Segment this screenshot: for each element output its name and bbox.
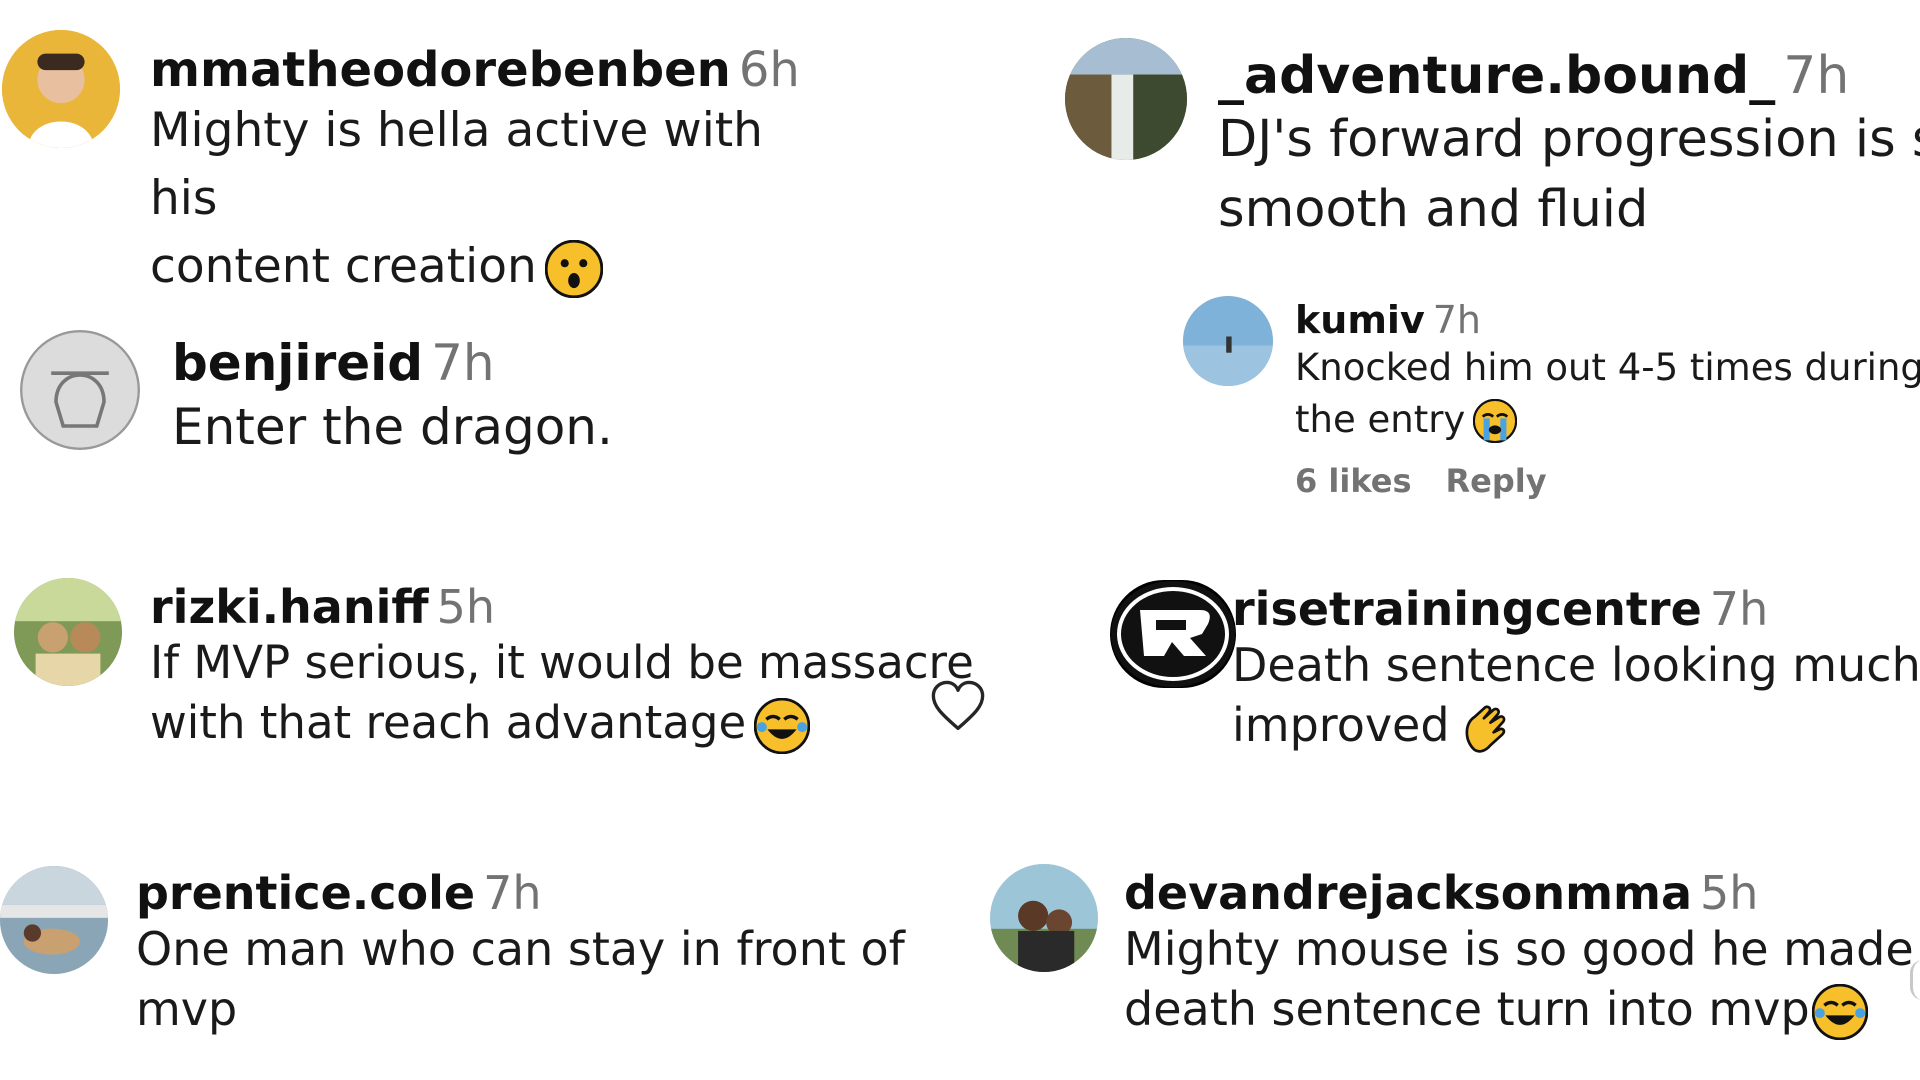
- avatar[interactable]: [990, 864, 1098, 972]
- comment-text-line: Death sentence looking much: [1232, 637, 1920, 692]
- comment-time: 7h: [483, 866, 542, 920]
- like-count[interactable]: 6 likes: [1295, 462, 1412, 500]
- comment-text-line: Mighty mouse is so good he made: [1124, 921, 1914, 976]
- comment-text-line: smooth and fluid: [1218, 180, 1649, 240]
- comment-username[interactable]: prentice.cole: [136, 866, 475, 920]
- comment-username[interactable]: rizki.haniff: [150, 580, 429, 634]
- avatar[interactable]: [1110, 580, 1236, 688]
- comment-text-line: Knocked him out 4-5 times during: [1295, 345, 1920, 389]
- comment-username[interactable]: mmatheodorebenben: [150, 42, 731, 98]
- comment-text-line: death sentence turn into mvp: [1124, 981, 1810, 1036]
- comment-text-line: DJ's forward progression is so: [1218, 110, 1920, 170]
- comment-username[interactable]: benjireid: [172, 334, 423, 392]
- comment-username[interactable]: devandrejacksonmma: [1124, 866, 1692, 920]
- comment-username[interactable]: risetrainingcentre: [1232, 582, 1702, 636]
- heart-outline-icon[interactable]: [930, 680, 986, 732]
- comment-time: 7h: [1783, 46, 1850, 106]
- comment-time: 7h: [1709, 582, 1769, 636]
- comment-username[interactable]: kumiv: [1295, 298, 1425, 342]
- astonished-face-emoji: [544, 240, 603, 299]
- comment-text-line: content creation: [150, 238, 537, 294]
- scroll-edge-indicator: [1910, 960, 1920, 1000]
- comment-text-line: If MVP serious, it would be massacre: [150, 635, 974, 689]
- tears-of-joy-emoji: [754, 697, 811, 754]
- clapping-hands-emoji: [1458, 701, 1512, 755]
- avatar[interactable]: [1065, 38, 1187, 160]
- tears-of-joy-emoji: [1811, 984, 1868, 1041]
- comment-username[interactable]: _adventure.bound_: [1218, 46, 1775, 106]
- comment-text-line: improved: [1232, 697, 1450, 752]
- avatar[interactable]: [1183, 296, 1273, 386]
- comment-time: 7h: [431, 334, 495, 392]
- comment-text-line: the entry: [1295, 397, 1466, 441]
- comment-text-line: Mighty is hella active with his: [150, 102, 763, 226]
- comment-text-line: Enter the dragon.: [172, 398, 613, 456]
- loudly-crying-face-emoji: [1473, 399, 1518, 444]
- avatar[interactable]: [2, 30, 120, 148]
- comment-text-line: with that reach advantage: [150, 695, 747, 749]
- comment-time: 5h: [1700, 866, 1759, 920]
- reply-button[interactable]: Reply: [1446, 462, 1547, 500]
- avatar[interactable]: [20, 330, 140, 450]
- comment-text-line: One man who can stay in front of: [136, 921, 905, 976]
- avatar[interactable]: [14, 578, 122, 686]
- comment-text-line: mvp: [136, 981, 238, 1036]
- comment-time: 7h: [1432, 298, 1481, 342]
- comment-time: 5h: [436, 580, 496, 634]
- avatar[interactable]: [0, 866, 108, 974]
- comment-time: 6h: [738, 42, 800, 98]
